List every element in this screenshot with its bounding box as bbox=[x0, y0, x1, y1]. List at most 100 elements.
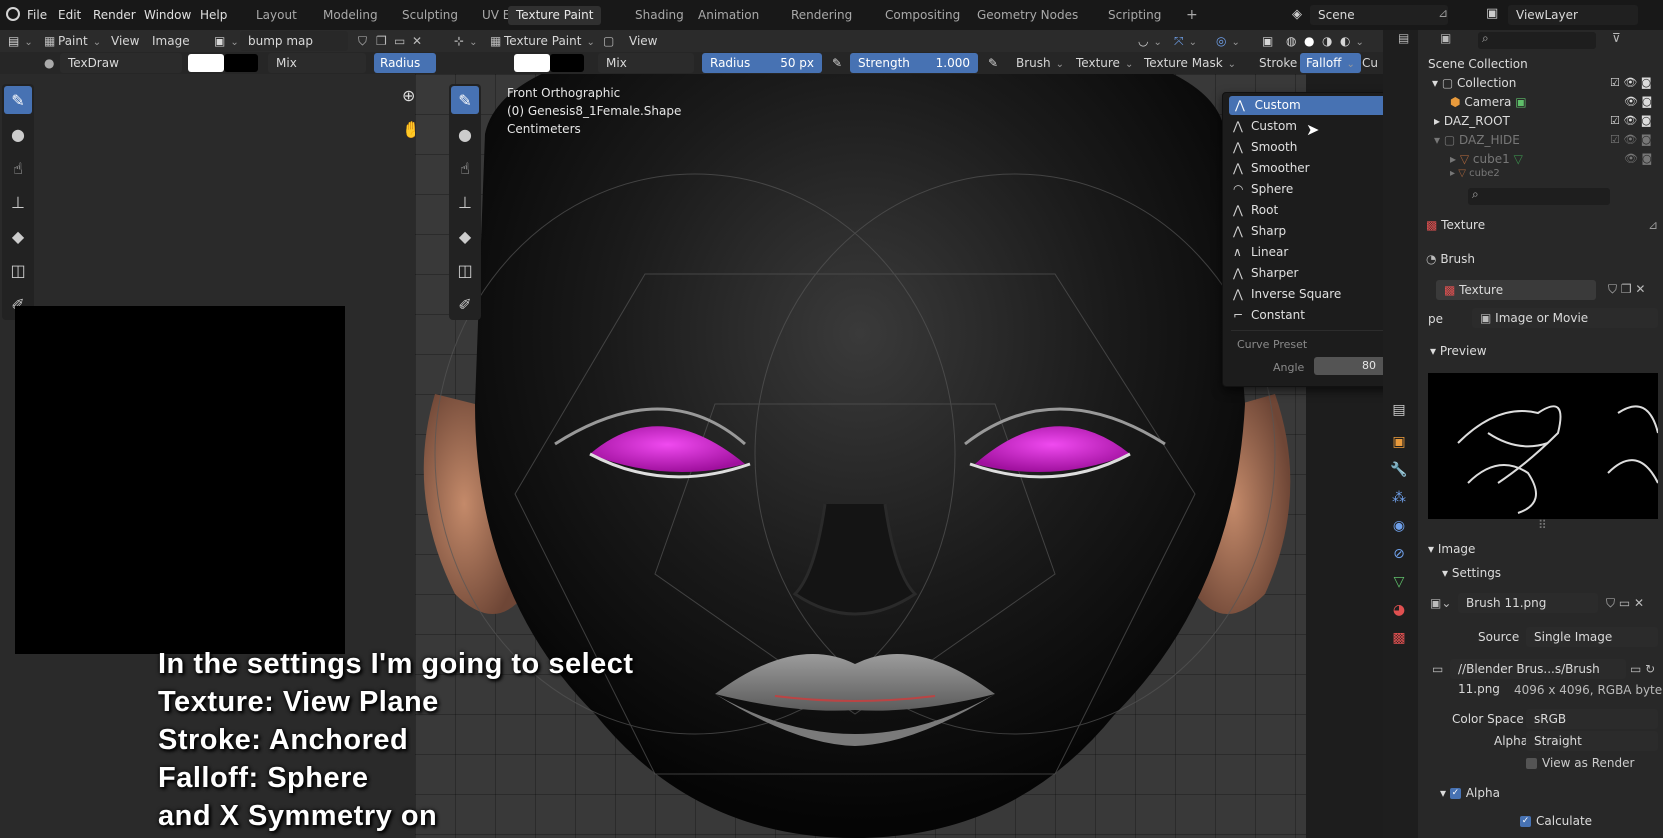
outliner-cube1[interactable]: ▸ ▽ cube1 ▽ bbox=[1450, 152, 1523, 166]
falloff-option-linear[interactable]: ∧ Linear bbox=[1233, 242, 1288, 262]
texture-menu[interactable]: Texture bbox=[1070, 53, 1139, 73]
image-datablock-field[interactable]: Brush 11.png bbox=[1458, 593, 1598, 613]
pin-icon[interactable]: ⊿ bbox=[1438, 6, 1448, 20]
modifier-tab-icon[interactable]: 🔧 bbox=[1388, 462, 1410, 482]
tab-scripting[interactable]: Scripting bbox=[1100, 6, 1169, 25]
tab-texture-paint[interactable]: Texture Paint bbox=[508, 6, 602, 25]
viewport-view-menu[interactable]: View bbox=[623, 31, 663, 51]
view-as-render-checkbox[interactable]: View as Render bbox=[1526, 756, 1634, 770]
falloff-option-smooth[interactable]: ⋀ Smooth bbox=[1233, 137, 1297, 157]
tab-animation[interactable]: Animation bbox=[690, 6, 767, 25]
tab-geometry-nodes[interactable]: Geometry Nodes bbox=[969, 6, 1086, 25]
strength-slider[interactable]: Strength 1.000 bbox=[850, 53, 978, 73]
tab-sculpting[interactable]: Sculpting bbox=[394, 6, 466, 25]
menu-file[interactable]: File bbox=[27, 0, 47, 30]
falloff-option-inverse-square[interactable]: ⋀ Inverse Square bbox=[1233, 284, 1341, 304]
file-browse-icon[interactable]: ▭ bbox=[1432, 662, 1443, 676]
outliner-camera[interactable]: ⬢ Camera ▣ bbox=[1450, 95, 1527, 109]
scene-collection[interactable]: Scene Collection bbox=[1428, 57, 1528, 71]
visibility-toggles[interactable]: ☑ 👁 ◙ bbox=[1610, 133, 1652, 146]
shading-rendered-icon[interactable]: ◐ bbox=[1334, 31, 1370, 51]
visibility-toggles[interactable]: 👁 ◙ bbox=[1610, 95, 1652, 108]
editor-type-icon[interactable]: ▤ bbox=[2, 31, 39, 51]
blender-logo-icon[interactable] bbox=[6, 7, 20, 21]
texture-tab-icon[interactable]: ▩ bbox=[1388, 630, 1410, 650]
constraints-tab-icon[interactable]: ⊘ bbox=[1388, 546, 1410, 566]
texture-datablock-field[interactable]: ▩ Texture bbox=[1436, 280, 1596, 300]
visibility-toggles[interactable]: ☑ 👁 ◙ bbox=[1610, 114, 1652, 127]
pressure-icon[interactable]: ✎ bbox=[826, 53, 848, 73]
reload-icon[interactable]: ▭ ↻ bbox=[1630, 662, 1655, 676]
tab-modeling[interactable]: Modeling bbox=[315, 6, 386, 25]
viewport-mode-dropdown[interactable]: Texture Paint bbox=[498, 31, 601, 51]
falloff-option-sharp[interactable]: ⋀ Sharp bbox=[1233, 221, 1286, 241]
viewport-mask-tool-icon[interactable]: ◫ bbox=[451, 256, 479, 284]
data-tab-icon[interactable]: ▽ bbox=[1388, 574, 1410, 594]
scene-selector[interactable]: Scene bbox=[1310, 5, 1448, 25]
tab-shading[interactable]: Shading bbox=[627, 6, 692, 25]
falloff-option-constant[interactable]: ⌐ Constant bbox=[1233, 305, 1305, 325]
xray-icon[interactable]: ▣ bbox=[1256, 31, 1279, 51]
clone-tool-icon[interactable]: ⊥ bbox=[4, 188, 32, 216]
falloff-menu-button[interactable]: Falloff bbox=[1300, 53, 1361, 73]
image-canvas[interactable] bbox=[15, 306, 345, 654]
physics-tab-icon[interactable]: ◉ bbox=[1388, 518, 1410, 538]
brush-menu[interactable]: Brush bbox=[1010, 53, 1070, 73]
viewport-blend-dropdown[interactable]: Mix bbox=[598, 53, 694, 73]
mask-icon[interactable]: ▢ bbox=[597, 31, 620, 51]
viewport-soften-tool-icon[interactable]: ● bbox=[451, 120, 479, 148]
image-editor-view-menu[interactable]: View bbox=[105, 31, 145, 51]
primary-color-swatch[interactable] bbox=[188, 54, 224, 72]
color-space-dropdown[interactable]: sRGB bbox=[1526, 709, 1658, 729]
preview-panel-header[interactable]: ▾ Preview bbox=[1430, 344, 1487, 358]
3d-viewport[interactable] bbox=[415, 74, 1306, 838]
cursor-menu[interactable]: Cu bbox=[1356, 53, 1384, 73]
texture-type-dropdown[interactable]: ▣ Image or Movie bbox=[1472, 308, 1658, 328]
image-paint-mode-dropdown[interactable]: Paint bbox=[52, 31, 107, 51]
outliner-daz-hide[interactable]: ▾ ▢ DAZ_HIDE bbox=[1434, 133, 1520, 147]
image-actions-icons[interactable]: ⛉ ▭ ✕ bbox=[1606, 596, 1644, 611]
tab-compositing[interactable]: Compositing bbox=[877, 6, 968, 25]
tab-rendering[interactable]: Rendering bbox=[783, 6, 860, 25]
viewport-draw-tool-icon[interactable]: ✎ bbox=[451, 86, 479, 114]
visibility-icon[interactable]: ◡ bbox=[1132, 31, 1168, 51]
menu-render[interactable]: Render bbox=[93, 0, 136, 30]
resize-handle-icon[interactable]: ⠿ bbox=[1538, 518, 1547, 532]
image-name-field[interactable]: bump map bbox=[240, 31, 348, 51]
tool-tab-icon[interactable]: ▤ bbox=[1388, 402, 1410, 422]
material-tab-icon[interactable]: ◕ bbox=[1388, 602, 1410, 622]
smear-tool-icon[interactable]: ☝ bbox=[4, 154, 32, 182]
falloff-option-sharper[interactable]: ⋀ Sharper bbox=[1233, 263, 1298, 283]
calculate-checkbox[interactable]: ✓ Calculate bbox=[1520, 814, 1592, 828]
unlink-image-icon[interactable]: ✕ bbox=[406, 31, 428, 51]
visibility-toggles[interactable]: 👁 ◙ bbox=[1610, 152, 1652, 165]
filepath-field[interactable]: //Blender Brus...s/Brush 11.png bbox=[1450, 659, 1626, 696]
viewport-secondary-color-swatch[interactable] bbox=[550, 54, 584, 72]
viewport-primary-color-swatch[interactable] bbox=[514, 54, 550, 72]
settings-subpanel-header[interactable]: ▾ Settings bbox=[1442, 566, 1501, 580]
alpha-mode-dropdown[interactable]: Straight bbox=[1526, 731, 1658, 751]
gizmo-icon[interactable]: ⤧ bbox=[1168, 31, 1203, 51]
image-panel-header[interactable]: ▾ Image bbox=[1428, 542, 1475, 556]
overlay-icon[interactable]: ◎ bbox=[1210, 31, 1246, 51]
display-mode-icon[interactable]: ▣ bbox=[1440, 31, 1451, 45]
alpha-subpanel-header[interactable]: ▾ ✓ Alpha bbox=[1440, 786, 1500, 800]
render-tab-icon[interactable]: ▣ bbox=[1388, 434, 1410, 454]
visibility-toggles[interactable]: ☑ 👁 ◙ bbox=[1610, 76, 1652, 89]
viewport-clone-tool-icon[interactable]: ⊥ bbox=[451, 188, 479, 216]
viewport-smear-tool-icon[interactable]: ☝ bbox=[451, 154, 479, 182]
outliner-editor-icon[interactable]: ▤ bbox=[1398, 31, 1409, 45]
fake-user-icon[interactable]: ⛉ ❐ ✕ bbox=[1608, 282, 1645, 297]
viewport-annotate-tool-icon[interactable]: ✐ bbox=[451, 290, 479, 318]
mask-tool-icon[interactable]: ◫ bbox=[4, 256, 32, 284]
texture-mask-menu[interactable]: Texture Mask bbox=[1138, 53, 1242, 73]
tab-layout[interactable]: Layout bbox=[248, 6, 305, 25]
properties-search-field[interactable] bbox=[1468, 188, 1610, 205]
source-dropdown[interactable]: Single Image bbox=[1526, 627, 1658, 647]
menu-window[interactable]: Window bbox=[144, 0, 191, 30]
menu-edit[interactable]: Edit bbox=[58, 0, 81, 30]
outliner-search-field[interactable] bbox=[1478, 32, 1596, 49]
falloff-option-root[interactable]: ⋀ Root bbox=[1233, 200, 1278, 220]
viewport-editor-type-icon[interactable]: ⊹ bbox=[448, 31, 483, 51]
outliner-collection[interactable]: ▾ ▢ Collection bbox=[1432, 76, 1516, 90]
